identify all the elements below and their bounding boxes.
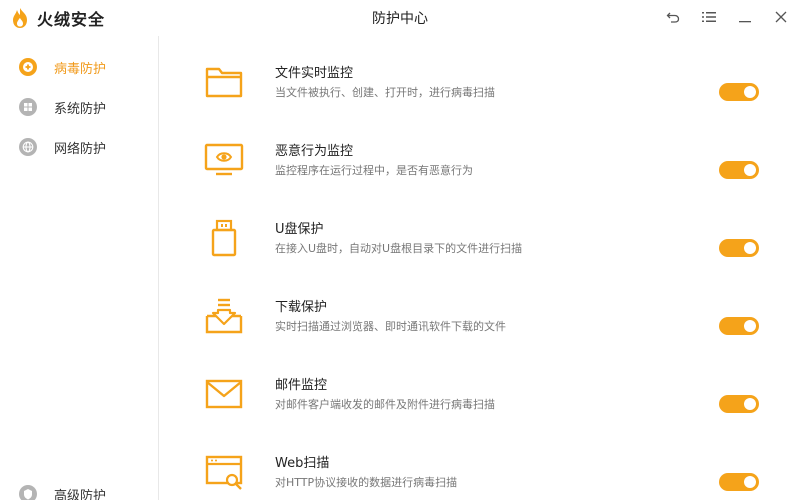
web-scan-icon: [205, 455, 243, 490]
back-button[interactable]: [661, 6, 685, 28]
menu-button[interactable]: [697, 6, 721, 28]
sidebar-item-label: 病毒防护: [54, 61, 107, 77]
feature-description: 实时扫描通过浏览器、即时通讯软件下载的文件: [275, 320, 506, 333]
toggle-knob: [744, 164, 756, 176]
feature-toggle[interactable]: [719, 395, 759, 413]
feature-toggle[interactable]: [719, 239, 759, 257]
toggle-knob: [744, 242, 756, 254]
menu-icon: [702, 12, 716, 22]
feature-title: U盘保护: [275, 222, 324, 237]
feature-malicious-behavior-monitor: 恶意行为监控 监控程序在运行过程中，是否有恶意行为: [160, 114, 800, 192]
toggle-knob: [744, 320, 756, 332]
feature-toggle[interactable]: [719, 161, 759, 179]
windows-icon: [19, 98, 37, 116]
minimize-button[interactable]: [733, 6, 757, 28]
feature-title: 文件实时监控: [275, 66, 354, 81]
feature-title: 恶意行为监控: [275, 144, 354, 159]
globe-icon: [19, 138, 37, 156]
feature-toggle[interactable]: [719, 83, 759, 101]
download-tray-icon: [205, 298, 243, 334]
close-button[interactable]: [769, 6, 793, 28]
virus-protection-icon: [19, 58, 37, 76]
toggle-knob: [744, 398, 756, 410]
feature-toggle[interactable]: [719, 473, 759, 491]
advanced-protection-icon: [19, 485, 37, 500]
feature-description: 对HTTP协议接收的数据进行病毒扫描: [275, 476, 458, 489]
feature-file-realtime-monitor: 文件实时监控 当文件被执行、创建、打开时，进行病毒扫描: [160, 36, 800, 114]
sidebar-item-advanced-protection[interactable]: 高级防护: [0, 474, 158, 500]
toggle-knob: [744, 476, 756, 488]
feature-title: 邮件监控: [275, 378, 328, 393]
close-icon: [775, 11, 787, 23]
usb-drive-icon: [211, 219, 237, 257]
title-bar: 火绒安全 防护中心: [0, 0, 800, 36]
feature-usb-protection: U盘保护 在接入U盘时，自动对U盘根目录下的文件进行扫描: [160, 192, 800, 270]
feature-web-scan: Web扫描 对HTTP协议接收的数据进行病毒扫描: [160, 426, 800, 500]
feature-description: 监控程序在运行过程中，是否有恶意行为: [275, 164, 473, 177]
feature-title: 下载保护: [275, 300, 328, 315]
sidebar-item-virus-protection[interactable]: 病毒防护: [0, 47, 158, 87]
minimize-icon: [739, 21, 751, 23]
feature-toggle[interactable]: [719, 317, 759, 335]
sidebar-item-label: 网络防护: [54, 141, 107, 157]
protection-list: 文件实时监控 当文件被执行、创建、打开时，进行病毒扫描 恶意行为监控 监控程序在…: [160, 36, 800, 500]
folder-icon: [205, 67, 243, 98]
feature-title: Web扫描: [275, 456, 330, 471]
feature-description: 对邮件客户端收发的邮件及附件进行病毒扫描: [275, 398, 495, 411]
toggle-knob: [744, 86, 756, 98]
sidebar-item-system-protection[interactable]: 系统防护: [0, 87, 158, 127]
mail-icon: [205, 379, 243, 409]
sidebar-item-label: 高级防护: [54, 488, 107, 500]
sidebar-item-network-protection[interactable]: 网络防护: [0, 127, 158, 167]
sidebar-item-label: 系统防护: [54, 101, 107, 117]
feature-download-protection: 下载保护 实时扫描通过浏览器、即时通讯软件下载的文件: [160, 270, 800, 348]
monitor-eye-icon: [204, 143, 244, 176]
back-icon: [666, 12, 680, 23]
sidebar: 病毒防护 系统防护 网络防护 高级防护: [0, 36, 159, 500]
feature-description: 当文件被执行、创建、打开时，进行病毒扫描: [275, 86, 495, 99]
feature-mail-monitor: 邮件监控 对邮件客户端收发的邮件及附件进行病毒扫描: [160, 348, 800, 426]
feature-description: 在接入U盘时，自动对U盘根目录下的文件进行扫描: [275, 242, 523, 255]
